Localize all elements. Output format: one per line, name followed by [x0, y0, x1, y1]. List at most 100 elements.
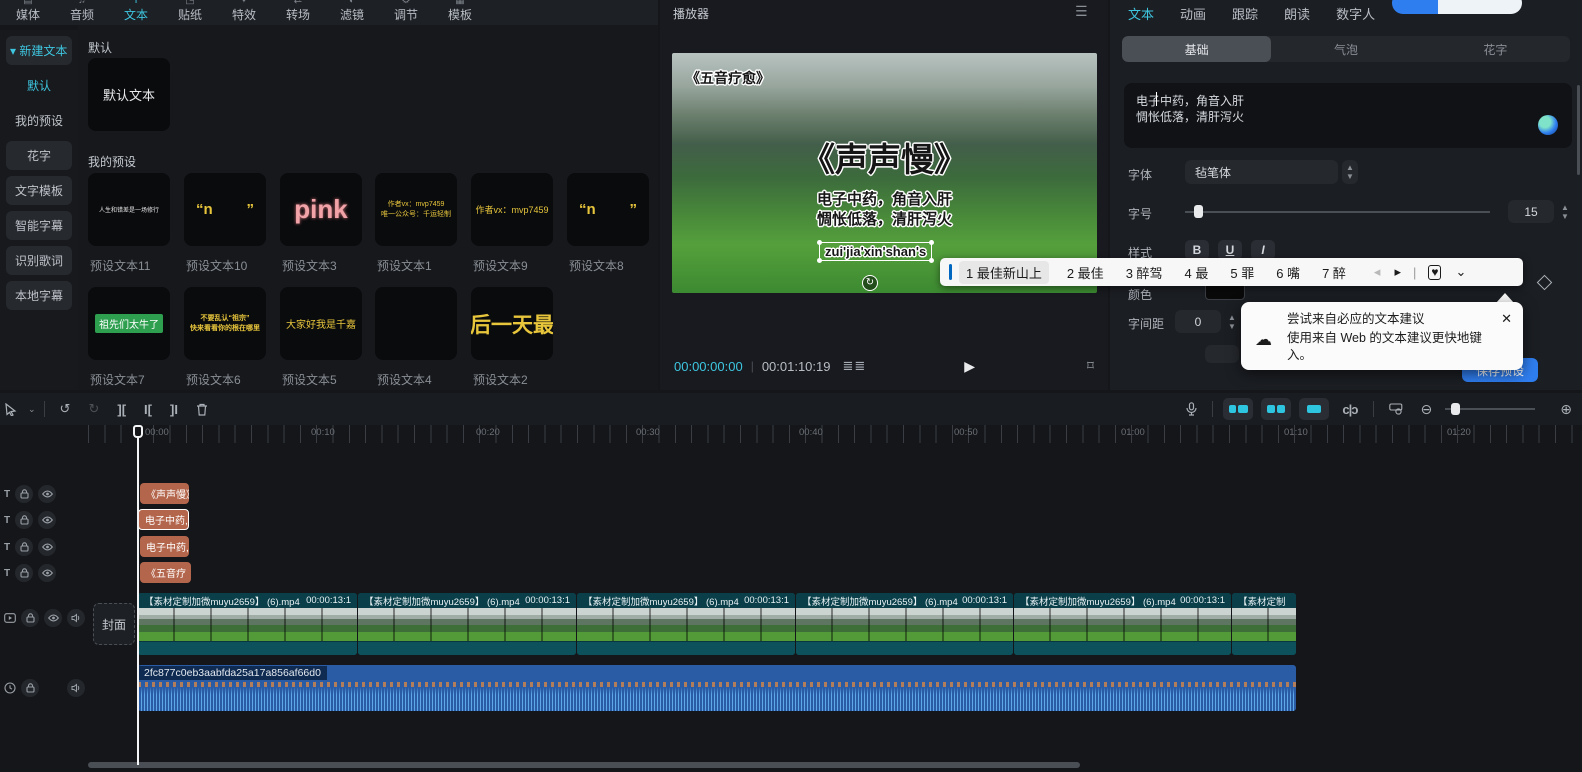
video-clip[interactable]: 【素材定制加微muyu2659】 (6).mp400:00:13:1 [138, 593, 357, 655]
split-right-icon[interactable]: ]I [170, 402, 178, 417]
selection-handle[interactable] [929, 240, 934, 245]
visibility-eye-icon[interactable] [44, 609, 62, 627]
video-preview[interactable]: 《五音疗愈》 《声声慢》 电子中药，角音入肝 惆怅低落，清肝泻火 zui'jia… [672, 53, 1097, 293]
audio-clip[interactable]: 2fc877c0eb3aabfda25a17a856af66d0 [138, 665, 1296, 711]
lock-icon[interactable] [21, 609, 39, 627]
zoom-in-icon[interactable]: ⊕ [1560, 401, 1572, 418]
preset-tile-1[interactable]: 作者vx：mvp7459唯一公众号：千运轻制 [375, 173, 457, 246]
inspector-tab-animation[interactable]: 动画 [1180, 4, 1206, 23]
lock-icon[interactable] [15, 485, 33, 503]
preset-tile-9[interactable]: 作者vx：mvp7459 [471, 173, 553, 246]
lock-icon[interactable] [21, 679, 39, 697]
video-clip-partial[interactable]: 【素材定制 [1232, 593, 1296, 655]
text-content-input[interactable]: 电子中药，角音入肝 惆怅低落，清肝泻火 [1124, 83, 1572, 148]
tab-text[interactable]: T文本 [120, 0, 152, 25]
visibility-eye-icon[interactable] [38, 511, 56, 529]
sidebar-item-auto-captions[interactable]: 智能字幕 [6, 211, 72, 240]
inspector-tab-reading[interactable]: 朗读 [1284, 4, 1310, 23]
select-tool-chevron-icon[interactable]: ⌄ [28, 404, 36, 415]
ruler-tool-icon[interactable] [1389, 403, 1403, 415]
tab-effects[interactable]: ✦特效 [228, 0, 260, 25]
preset-tile-5[interactable]: 大家好我是千嘉 [280, 287, 362, 360]
ai-assistant-icon[interactable] [1538, 115, 1558, 135]
timeline-ruler[interactable]: 00:00 00:10 00:20 00:30 00:40 00:50 01:0… [88, 425, 1582, 443]
linkage-toggle-icon[interactable] [1261, 398, 1291, 420]
sidebar-item-new-text[interactable]: ▾ 新建文本 [6, 36, 72, 65]
ime-candidate-3[interactable]: 3 醉驾 [1126, 263, 1163, 282]
size-slider-handle[interactable] [1194, 205, 1203, 218]
timeline-scrollbar[interactable] [88, 762, 1080, 768]
play-button[interactable]: ▶ [964, 358, 975, 375]
text-clip[interactable]: 电子中药, [140, 536, 189, 557]
player-menu-icon[interactable]: ☰ [1075, 3, 1088, 20]
preset-tile-2[interactable]: 后一天最 [471, 287, 553, 360]
redo-icon[interactable]: ↻ [88, 401, 99, 417]
sidebar-item-my-presets[interactable]: 我的预设 [6, 106, 72, 135]
size-value[interactable]: 15 [1508, 200, 1554, 223]
lock-icon[interactable] [15, 538, 33, 556]
spacing-value[interactable]: 0 [1175, 310, 1221, 333]
preset-tile-11[interactable]: 人生和错差是一场修行 [88, 173, 170, 246]
video-clip[interactable]: 【素材定制加微muyu2659】 (6).mp400:00:13:1 [577, 593, 795, 655]
tab-template[interactable]: ▦模板 [444, 0, 476, 25]
ime-candidate-7[interactable]: 7 醉 [1322, 263, 1346, 282]
delete-icon[interactable] [196, 403, 208, 416]
font-stepper[interactable]: ▲▼ [1342, 160, 1358, 184]
ime-candidate-4[interactable]: 4 最 [1185, 263, 1209, 282]
subtab-bubble[interactable]: 气泡 [1271, 36, 1420, 62]
text-clip[interactable]: 《声声慢》 [140, 483, 189, 504]
zoom-slider-handle[interactable] [1451, 403, 1460, 415]
subtab-basic[interactable]: 基础 [1122, 36, 1271, 62]
frame-view-icon[interactable]: ≣≣ [843, 358, 867, 374]
zoom-out-icon[interactable]: ⊖ [1421, 401, 1433, 418]
ime-candidate-6[interactable]: 6 嘴 [1276, 263, 1300, 282]
preset-tile-3[interactable]: pink [280, 173, 362, 246]
auto-snap-toggle-icon[interactable] [1223, 398, 1253, 420]
video-clip[interactable]: 【素材定制加微muyu2659】 (6).mp400:00:13:1 [358, 593, 576, 655]
hidden-row-control[interactable] [1205, 345, 1239, 363]
preview-axis-icon[interactable]: c|ɔ [1342, 402, 1357, 417]
ime-prev-page-icon[interactable]: ◂ [1374, 264, 1381, 280]
keyframe-diamond-icon[interactable] [1537, 275, 1553, 291]
lock-icon[interactable] [15, 564, 33, 582]
visibility-eye-icon[interactable] [38, 485, 56, 503]
cover-button[interactable]: 封面 [93, 603, 135, 645]
tab-audio[interactable]: ♫音频 [66, 0, 98, 25]
tab-filter[interactable]: ◐滤镜 [336, 0, 368, 25]
preset-tile-4[interactable] [375, 287, 457, 360]
sidebar-item-fancy-text[interactable]: 花字 [6, 141, 72, 170]
select-tool-icon[interactable] [4, 403, 17, 416]
tab-transition[interactable]: ⇄转场 [282, 0, 314, 25]
selection-handle[interactable] [817, 240, 822, 245]
size-stepper[interactable]: ▲▼ [1558, 202, 1572, 222]
video-clip[interactable]: 【素材定制加微muyu2659】 (6).mp400:00:13:1 [1014, 593, 1231, 655]
split-left-icon[interactable]: I[ [144, 402, 152, 417]
inspector-tab-text[interactable]: 文本 [1128, 4, 1154, 23]
visibility-eye-icon[interactable] [38, 564, 56, 582]
split-icon[interactable]: ][ [117, 402, 126, 417]
ime-emoji-panel-icon[interactable]: ♥ [1428, 265, 1441, 280]
text-clip[interactable]: 《五音疗 [140, 562, 191, 583]
timeline-zoom-slider[interactable] [1445, 408, 1535, 410]
selection-handle[interactable] [929, 258, 934, 263]
preset-tile-7[interactable]: 祖先们太牛了 [88, 287, 170, 360]
default-text-tile[interactable]: 默认文本 [88, 58, 170, 131]
bold-button[interactable]: B [1185, 240, 1209, 260]
sidebar-item-lyrics-recognition[interactable]: 识别歌词 [6, 246, 72, 275]
underline-button[interactable]: U [1218, 240, 1242, 260]
sidebar-item-default[interactable]: 默认 [6, 71, 72, 100]
sidebar-item-text-template[interactable]: 文字模板 [6, 176, 72, 205]
tab-media[interactable]: ▤媒体 [12, 0, 44, 25]
playhead-handle[interactable] [133, 425, 143, 438]
visibility-eye-icon[interactable] [38, 538, 56, 556]
font-select[interactable]: 毡笔体 [1185, 160, 1338, 184]
preset-tile-6[interactable]: 不要乱认“祖宗”快来看看你的根在哪里 [184, 287, 266, 360]
video-clip[interactable]: 【素材定制加微muyu2659】 (6).mp400:00:13:1 [796, 593, 1013, 655]
ime-candidate-1[interactable]: 1 最佳新山上 [959, 261, 1049, 284]
lock-icon[interactable] [15, 511, 33, 529]
size-slider-track[interactable] [1185, 211, 1490, 213]
rotate-handle-icon[interactable]: ↻ [862, 275, 878, 291]
mute-speaker-icon[interactable] [67, 679, 85, 697]
text-clip-selected[interactable]: 电子中药, [138, 509, 189, 530]
spacing-stepper[interactable]: ▲▼ [1225, 312, 1239, 332]
